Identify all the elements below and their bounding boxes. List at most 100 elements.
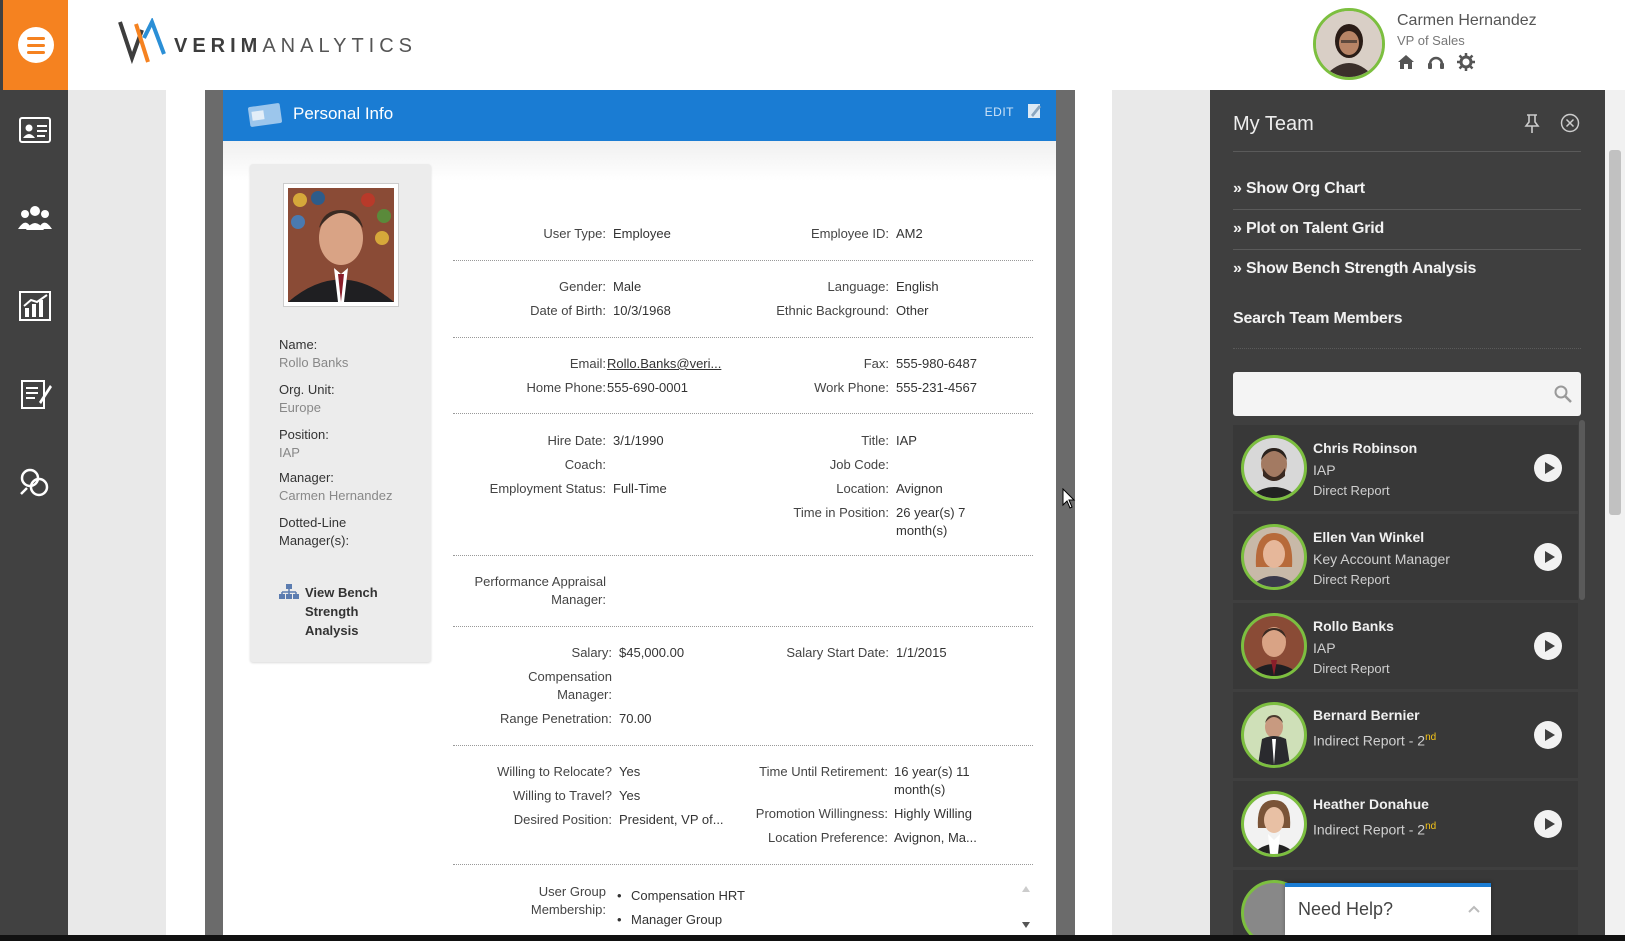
play-icon[interactable] bbox=[1534, 454, 1562, 482]
member-name: Bernard Bernier bbox=[1313, 707, 1420, 723]
org-unit-label: Org. Unit: bbox=[279, 382, 335, 397]
play-icon[interactable] bbox=[1534, 543, 1562, 571]
team-search-input[interactable] bbox=[1233, 372, 1581, 416]
desired-position-value: President, VP of... bbox=[619, 812, 724, 827]
show-bench-strength-link[interactable]: » Show Bench Strength Analysis bbox=[1233, 260, 1476, 278]
member-title: IAP bbox=[1313, 462, 1336, 478]
user-group-label-2: Membership: bbox=[530, 902, 606, 917]
email-label: Email: bbox=[569, 356, 606, 371]
need-help-widget[interactable]: Need Help? bbox=[1285, 883, 1491, 935]
retirement-value: 16 year(s) 11 bbox=[894, 764, 970, 779]
menu-icon bbox=[17, 27, 54, 63]
org-unit-value: Europe bbox=[279, 400, 321, 415]
travel-label: Willing to Travel? bbox=[513, 788, 612, 803]
email-link[interactable]: Rollo.Banks@veri... bbox=[607, 356, 721, 371]
perf-appraisal-label-2: Manager: bbox=[551, 592, 606, 607]
perf-appraisal-label: Performance Appraisal bbox=[474, 574, 606, 589]
logo-text: VERIMANALYTICS bbox=[174, 34, 418, 57]
promotion-willingness-label: Promotion Willingness: bbox=[755, 806, 888, 821]
list-scroll-arrows[interactable] bbox=[1019, 880, 1033, 935]
member-avatar bbox=[1241, 435, 1307, 501]
team-member-card[interactable]: Heather Donahue Indirect Report - 2nd bbox=[1233, 781, 1578, 867]
search-icon[interactable] bbox=[1553, 384, 1573, 404]
play-icon[interactable] bbox=[1534, 721, 1562, 749]
link-icon[interactable] bbox=[17, 464, 53, 500]
range-penetration-label: Range Penetration: bbox=[499, 711, 612, 726]
relocate-label: Willing to Relocate? bbox=[497, 764, 612, 779]
team-member-card[interactable]: Rollo Banks IAP Direct Report bbox=[1233, 603, 1578, 689]
gender-value: Male bbox=[613, 279, 642, 294]
user-group-list[interactable]: Compensation HRT Manager Group bbox=[613, 880, 1053, 935]
comp-manager-label: Compensation bbox=[528, 669, 612, 684]
ethnic-background-value: Other bbox=[896, 303, 929, 318]
pin-icon[interactable] bbox=[1523, 113, 1541, 133]
divider bbox=[453, 413, 1033, 414]
content-gutter bbox=[1112, 90, 1210, 935]
retirement-label: Time Until Retirement: bbox=[759, 764, 888, 779]
team-list-scrollbar[interactable] bbox=[1579, 420, 1585, 600]
page-scrollbar-thumb[interactable] bbox=[1609, 150, 1621, 515]
user-avatar[interactable] bbox=[1313, 8, 1385, 80]
show-org-chart-link[interactable]: » Show Org Chart bbox=[1233, 180, 1365, 198]
notes-icon[interactable] bbox=[17, 376, 53, 412]
my-team-panel: My Team » Show Org Chart » Plot on Talen… bbox=[1210, 90, 1605, 935]
list-item: Compensation HRT bbox=[617, 888, 745, 903]
id-badge-icon bbox=[248, 103, 282, 127]
team-member-card[interactable]: Ellen Van Winkel Key Account Manager Dir… bbox=[1233, 514, 1578, 600]
divider bbox=[453, 260, 1033, 261]
dob-value: 10/3/1968 bbox=[613, 303, 671, 318]
ethnic-background-label: Ethnic Background: bbox=[776, 303, 889, 318]
top-header: VERIMANALYTICS Carmen Hernandez VP of Sa… bbox=[68, 0, 1625, 90]
gear-icon[interactable] bbox=[1457, 53, 1475, 71]
promotion-willingness-value: Highly Willing bbox=[894, 806, 973, 821]
desired-position-label: Desired Position: bbox=[513, 812, 612, 827]
location-label: Location: bbox=[836, 481, 889, 496]
team-icon[interactable] bbox=[17, 200, 53, 236]
comp-manager-label-2: Manager: bbox=[557, 687, 612, 702]
member-name: Heather Donahue bbox=[1313, 796, 1429, 812]
gender-label: Gender: bbox=[559, 279, 606, 294]
home-phone-value: 555-690-0001 bbox=[607, 380, 688, 395]
org-chart-icon bbox=[279, 584, 299, 599]
edit-icon[interactable] bbox=[1026, 102, 1042, 120]
team-member-card[interactable]: Chris Robinson IAP Direct Report bbox=[1233, 425, 1578, 511]
team-member-card[interactable]: Bernard Bernier Indirect Report - 2nd bbox=[1233, 692, 1578, 778]
manager-label: Manager: bbox=[279, 470, 334, 485]
retirement-value-2: month(s) bbox=[894, 782, 946, 797]
plot-talent-grid-link[interactable]: » Plot on Talent Grid bbox=[1233, 220, 1384, 238]
divider bbox=[1233, 249, 1581, 250]
bottom-edge bbox=[0, 935, 1625, 941]
divider bbox=[1233, 348, 1581, 349]
member-name: Rollo Banks bbox=[1313, 618, 1394, 634]
manager-value: Carmen Hernandez bbox=[279, 488, 393, 503]
position-value: IAP bbox=[279, 445, 300, 460]
chart-icon[interactable] bbox=[17, 288, 53, 324]
chevron-up-icon[interactable] bbox=[1468, 905, 1480, 913]
member-relation: Indirect Report - 2nd bbox=[1313, 821, 1437, 838]
hamburger-menu-button[interactable] bbox=[3, 0, 68, 90]
profile-summary: Name: Rollo Banks Org. Unit: Europe Posi… bbox=[250, 164, 431, 662]
headset-icon[interactable] bbox=[1427, 53, 1445, 71]
employee-id-label: Employee ID: bbox=[810, 226, 889, 241]
id-card-icon[interactable] bbox=[17, 112, 53, 148]
member-avatar bbox=[1241, 791, 1307, 857]
verim-analytics-logo[interactable]: VERIMANALYTICS bbox=[118, 18, 417, 66]
play-icon[interactable] bbox=[1534, 810, 1562, 838]
dotted-line-label-2: Manager(s): bbox=[279, 533, 350, 548]
divider bbox=[453, 337, 1033, 338]
hire-date-label: Hire Date: bbox=[547, 433, 606, 448]
employment-status-value: Full-Time bbox=[613, 481, 667, 496]
name-label: Name: bbox=[279, 337, 318, 352]
salary-label: Salary: bbox=[571, 645, 612, 660]
salary-start-date-value: 1/1/2015 bbox=[896, 645, 947, 660]
edit-button[interactable]: EDIT bbox=[985, 105, 1014, 119]
page-scrollbar[interactable] bbox=[1605, 90, 1625, 935]
time-in-position-label: Time in Position: bbox=[793, 505, 889, 520]
play-icon[interactable] bbox=[1534, 632, 1562, 660]
home-icon[interactable] bbox=[1397, 53, 1415, 71]
divider bbox=[453, 626, 1033, 627]
name-value: Rollo Banks bbox=[279, 355, 349, 370]
view-bench-strength-link[interactable]: View Bench Strength Analysis bbox=[305, 583, 405, 640]
user-name: Carmen Hernandez bbox=[1397, 12, 1537, 29]
close-icon[interactable] bbox=[1560, 113, 1580, 133]
